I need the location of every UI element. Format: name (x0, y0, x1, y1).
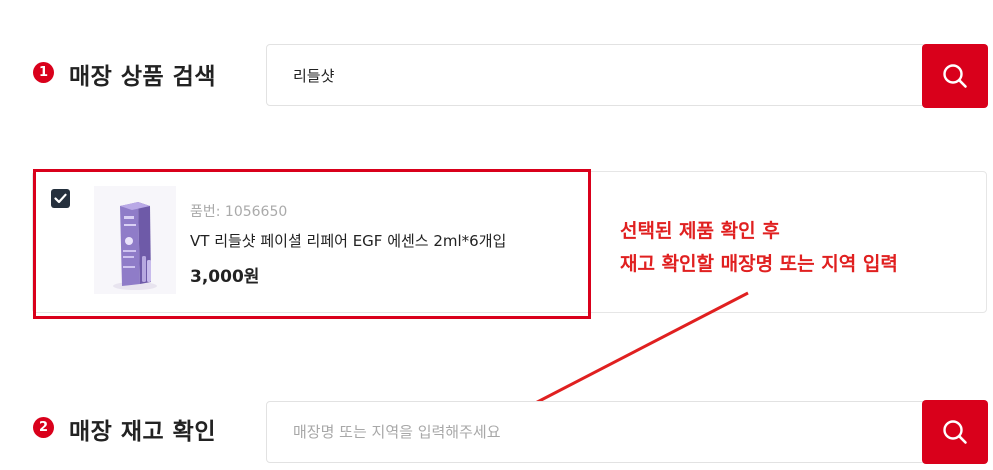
search-icon (943, 64, 967, 88)
check-icon (54, 193, 67, 204)
store-search-button[interactable] (922, 400, 988, 464)
product-search-input[interactable] (291, 65, 895, 85)
step-number-badge-1: 1 (33, 62, 54, 83)
product-select-checkbox[interactable] (51, 189, 70, 208)
step-number-badge-2: 2 (33, 417, 54, 438)
search-icon (943, 420, 967, 444)
product-search-field[interactable] (266, 44, 926, 106)
product-price: 3,000원 (190, 267, 260, 287)
product-thumbnail (94, 186, 176, 294)
product-search-button[interactable] (922, 44, 988, 108)
product-name: VT 리들샷 페이셜 리페어 EGF 에센스 2ml*6개입 (190, 232, 507, 250)
step-title-product-search: 매장 상품 검색 (69, 64, 216, 90)
step-title-stock-check: 매장 재고 확인 (69, 419, 216, 445)
store-search-field[interactable] (266, 401, 926, 463)
annotation-line-1: 선택된 제품 확인 후 (620, 220, 780, 242)
product-code: 품번: 1056650 (190, 204, 288, 220)
store-search-input[interactable] (291, 422, 895, 442)
annotation-line-2: 재고 확인할 매장명 또는 지역 입력 (620, 253, 898, 275)
store-stock-search-page: 1 매장 상품 검색 품번: 1056650 VT 리들샷 페이셜 리 (0, 0, 993, 470)
